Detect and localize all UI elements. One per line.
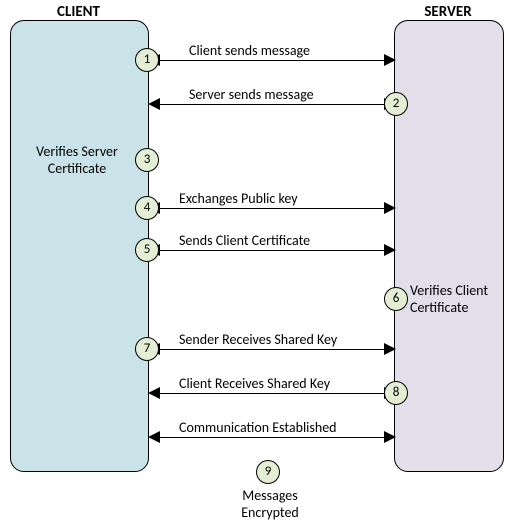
label-5: Sends Client Certificate bbox=[179, 232, 310, 249]
arrowhead-right-icon bbox=[384, 431, 396, 443]
server-header: SERVER bbox=[394, 3, 502, 21]
arrowhead-left-icon bbox=[148, 98, 160, 110]
label-9a: Communication Established bbox=[179, 419, 337, 436]
step-circle-2: 2 bbox=[384, 92, 408, 116]
step-circle-5: 5 bbox=[135, 238, 159, 262]
arrow-2 bbox=[158, 104, 386, 105]
step-circle-1: 1 bbox=[135, 48, 159, 72]
server-lifeline bbox=[394, 20, 504, 472]
arrow-5 bbox=[158, 250, 386, 251]
label-7: Sender Receives Shared Key bbox=[179, 331, 337, 348]
step-circle-9: 9 bbox=[256, 460, 280, 484]
arrow-4 bbox=[158, 208, 386, 209]
client-header: CLIENT bbox=[10, 3, 147, 21]
label-4: Exchanges Public key bbox=[179, 190, 298, 207]
label-1: Client sends message bbox=[189, 42, 310, 59]
label-6: Verifies Client Certificate bbox=[410, 282, 502, 316]
step-circle-8: 8 bbox=[384, 381, 408, 405]
label-8: Client Receives Shared Key bbox=[179, 375, 330, 392]
label-3: Verifies Server Certificate bbox=[22, 143, 132, 177]
arrow-7 bbox=[158, 349, 386, 350]
arrow-9 bbox=[158, 437, 386, 438]
client-lifeline bbox=[10, 20, 149, 472]
arrowhead-right-icon bbox=[384, 202, 396, 214]
arrowhead-right-icon bbox=[384, 244, 396, 256]
arrow-1 bbox=[158, 60, 386, 61]
step-circle-7: 7 bbox=[135, 337, 159, 361]
arrowhead-left-icon bbox=[148, 431, 160, 443]
step-circle-4: 4 bbox=[135, 196, 159, 220]
arrow-8 bbox=[158, 393, 386, 394]
label-9: Messages Encrypted bbox=[210, 487, 330, 521]
arrowhead-right-icon bbox=[384, 343, 396, 355]
arrowhead-left-icon bbox=[148, 387, 160, 399]
arrowhead-right-icon bbox=[384, 54, 396, 66]
step-circle-3: 3 bbox=[135, 148, 159, 172]
label-2: Server sends message bbox=[189, 86, 314, 103]
step-circle-6: 6 bbox=[384, 287, 408, 311]
diagram-canvas: CLIENT SERVER Client sends message 1 Ser… bbox=[0, 0, 518, 529]
